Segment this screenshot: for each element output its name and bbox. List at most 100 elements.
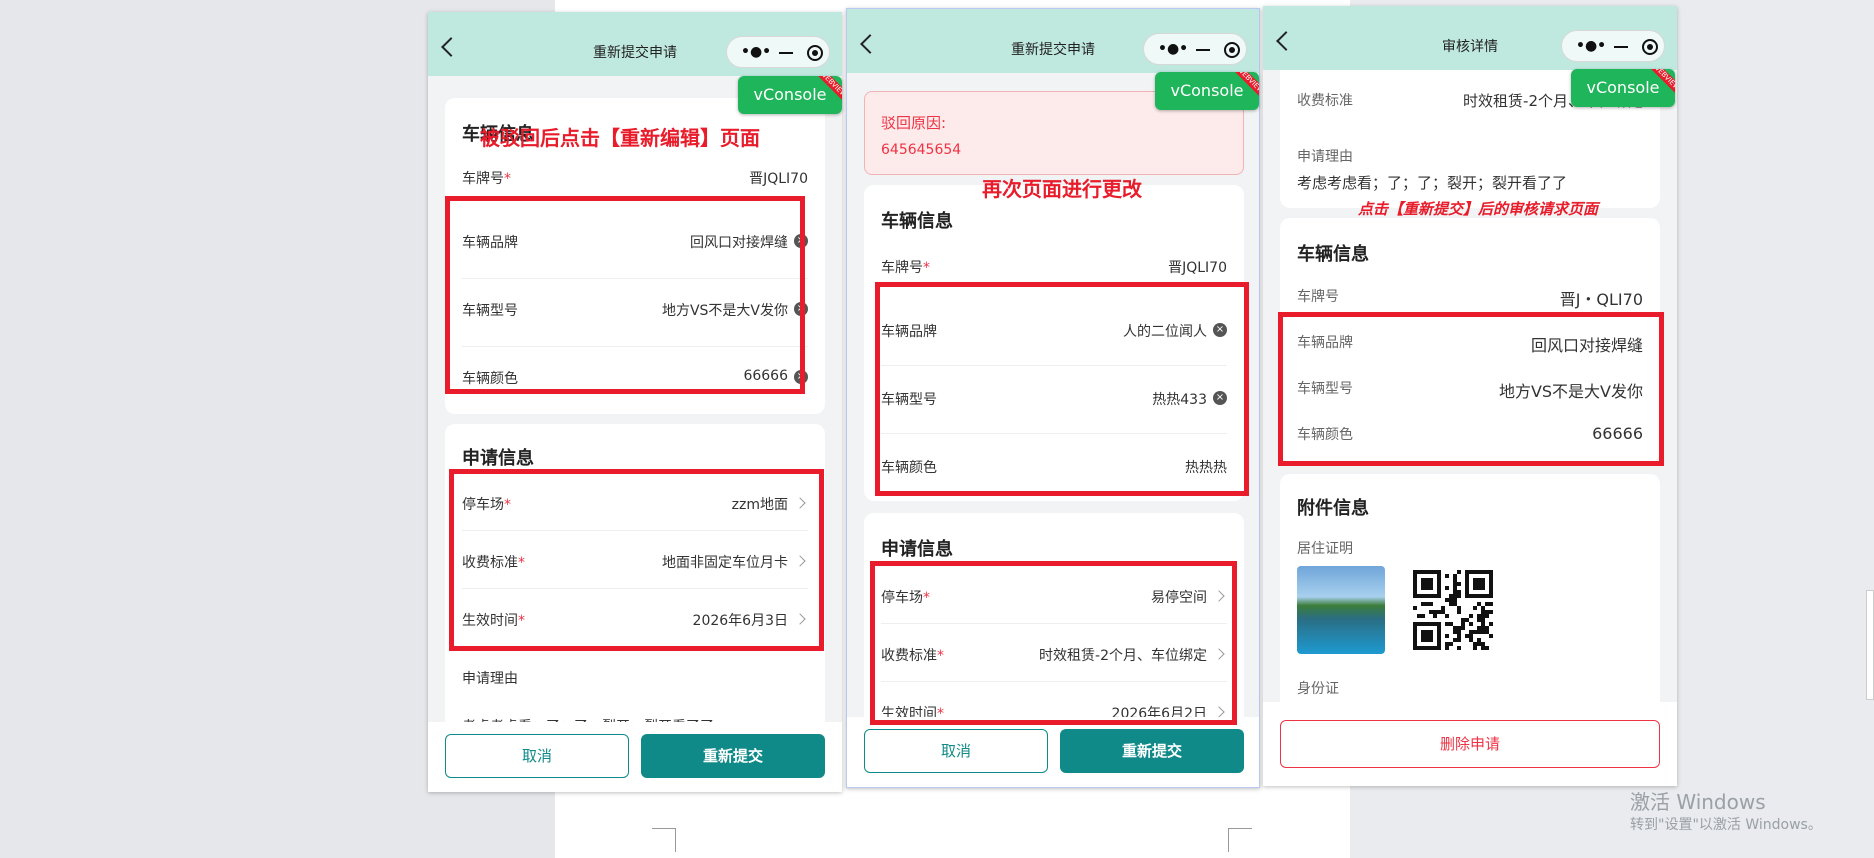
qr-module (1445, 614, 1449, 618)
resubmit-button[interactable]: 重新提交 (1060, 729, 1244, 773)
plate-value: 晋JQLI70 (749, 171, 808, 187)
qr-module (1429, 586, 1433, 590)
qr-module (1481, 586, 1485, 590)
highlight-apply-fields (449, 469, 824, 651)
annotation-text: 点击【重新提交】后的审核请求页面 (1358, 200, 1599, 218)
vconsole-label: vConsole (1586, 78, 1660, 97)
highlight-vehicle-fields (1278, 312, 1664, 466)
cancel-button[interactable]: 取消 (864, 729, 1048, 773)
qr-module (1489, 602, 1493, 606)
minimize-icon[interactable] (779, 52, 793, 54)
qr-module (1457, 610, 1461, 614)
mini-program-capsule: •●• (1561, 30, 1665, 62)
qr-module (1457, 594, 1461, 598)
plate-label: 车牌号 (462, 171, 504, 187)
crop-mark (1228, 828, 1252, 852)
resubmit-button[interactable]: 重新提交 (641, 734, 825, 778)
bottom-action-bar: 删除申请 (1263, 702, 1677, 786)
qr-module (1469, 622, 1473, 626)
vconsole-button[interactable]: vConsole WEBVIEW (1155, 72, 1259, 110)
qr-module (1473, 606, 1477, 610)
qr-module (1457, 570, 1461, 574)
bottom-action-bar: 取消 重新提交 (847, 717, 1259, 787)
qr-module (1457, 638, 1461, 642)
card-title: 车辆信息 (1297, 244, 1369, 265)
delete-application-button[interactable]: 删除申请 (1280, 720, 1660, 768)
qr-module (1473, 646, 1477, 650)
qr-module (1485, 614, 1489, 618)
plate-row[interactable]: 车牌号* 晋JQLI70 (881, 255, 1227, 279)
residence-photo-thumbnail[interactable] (1297, 566, 1385, 654)
minimize-icon[interactable] (1196, 49, 1210, 51)
id-card-label: 身份证 (1297, 681, 1339, 697)
highlight-vehicle-fields (445, 196, 805, 394)
fee-label: 收费标准 (1297, 93, 1353, 109)
qr-module (1485, 646, 1489, 650)
qr-module (1489, 594, 1493, 598)
qr-module (1421, 614, 1425, 618)
qr-module (1457, 646, 1461, 650)
qr-module (1489, 622, 1493, 626)
reason-label-row: 申请理由 (462, 666, 808, 690)
card-title: 申请信息 (881, 539, 953, 560)
vconsole-button[interactable]: vConsole WEBVIEW (738, 76, 842, 114)
windows-activation-title: 激活 Windows (1630, 790, 1766, 814)
reject-reason-label: 驳回原因: (881, 114, 947, 132)
more-icon[interactable]: •●• (1158, 42, 1188, 56)
qr-module (1433, 614, 1437, 618)
close-target-icon[interactable] (807, 45, 823, 61)
required-mark: * (504, 171, 511, 187)
qr-module (1445, 646, 1449, 650)
card-title: 申请信息 (462, 448, 534, 469)
qr-module (1429, 602, 1433, 606)
reason-value: 考虑考虑看；了；了；裂开；裂开看了了 (1297, 174, 1568, 192)
highlight-vehicle-fields (875, 282, 1249, 496)
reason-value-row: 考虑考虑看；了；了；裂开；裂开看了了 (1297, 170, 1643, 194)
side-panel-tab[interactable] (1866, 590, 1874, 700)
residence-proof-label: 居住证明 (1297, 541, 1353, 557)
plate-row: 车牌号 晋J・QLI70 (1297, 284, 1643, 309)
mini-program-capsule: •●• (1143, 33, 1247, 65)
plate-row[interactable]: 车牌号* 晋JQLI70 (462, 166, 808, 190)
qr-module (1445, 574, 1449, 578)
more-icon[interactable]: •●• (1576, 39, 1606, 53)
qr-module (1437, 594, 1441, 598)
qr-module (1469, 614, 1473, 618)
qr-module (1445, 634, 1449, 638)
vconsole-button[interactable]: vConsole WEBVIEW (1571, 69, 1675, 107)
qr-module (1489, 634, 1493, 638)
vconsole-label: vConsole (1170, 81, 1244, 100)
minimize-icon[interactable] (1614, 46, 1628, 48)
qr-module (1449, 642, 1453, 646)
qr-module (1461, 626, 1465, 630)
plate-label: 车牌号 (881, 260, 923, 276)
cancel-button[interactable]: 取消 (445, 734, 629, 778)
id-card-row: 身份证 (1297, 676, 1643, 700)
qr-module (1445, 586, 1449, 590)
card-title: 附件信息 (1297, 498, 1369, 519)
reason-label: 申请理由 (1297, 149, 1353, 165)
reason-label-row: 申请理由 (1297, 144, 1643, 168)
qr-code-thumbnail[interactable] (1413, 570, 1493, 650)
annotation-text: 再次页面进行更改 (982, 177, 1142, 201)
qr-module (1429, 638, 1433, 642)
more-icon[interactable]: •●• (741, 45, 771, 59)
reason-label: 申请理由 (462, 671, 518, 687)
plate-value: 晋JQLI70 (1168, 260, 1227, 276)
nav-bar: 重新提交申请 •●• (847, 9, 1259, 73)
bottom-action-bar: 取消 重新提交 (428, 722, 842, 792)
close-target-icon[interactable] (1224, 42, 1240, 58)
nav-bar: 重新提交申请 •●• (428, 12, 842, 76)
plate-label: 车牌号 (1297, 289, 1339, 305)
highlight-apply-fields (870, 561, 1237, 725)
close-target-icon[interactable] (1642, 39, 1658, 55)
vconsole-label: vConsole (753, 85, 827, 104)
annotation-text: 被驳回后点击【重新编辑】页面 (480, 126, 760, 150)
attachment-card: 附件信息 居住证明 身份证 (1280, 474, 1660, 734)
qr-module (1437, 646, 1441, 650)
nav-bar: 审核详情 •●• (1263, 6, 1677, 70)
qr-module (1457, 582, 1461, 586)
reject-reason-value: 645645654 (881, 142, 962, 158)
plate-value: 晋J・QLI70 (1559, 290, 1643, 309)
windows-activation-subtitle: 转到"设置"以激活 Windows。 (1630, 817, 1822, 833)
